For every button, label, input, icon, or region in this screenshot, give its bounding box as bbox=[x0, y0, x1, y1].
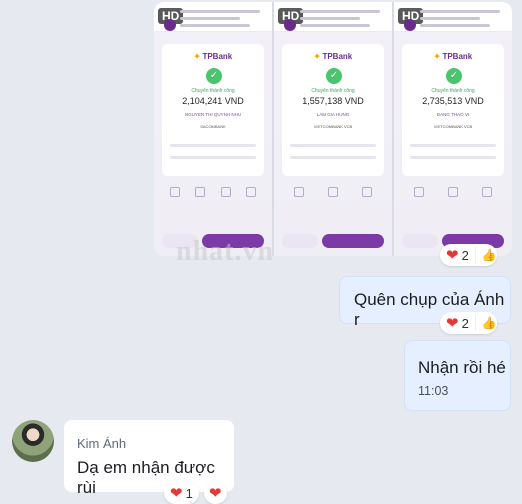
recipient-bank: SACOMBANK bbox=[200, 124, 226, 129]
recipient-bank: VIETCOMBANK VCB bbox=[313, 124, 353, 129]
notification-text bbox=[180, 10, 260, 31]
recipient-bank: VIETCOMBANK VCB bbox=[433, 124, 473, 129]
reaction-count: 2 bbox=[461, 315, 469, 331]
success-check-icon: ✓ bbox=[326, 68, 342, 84]
message-time: 11:03 bbox=[418, 384, 449, 398]
recipient-name: DANG THAO VI bbox=[436, 112, 470, 117]
amount: 2,104,241 VND bbox=[182, 96, 244, 106]
receipt-card: ✦ TPBank ✓ Chuyển thành công 1,557,138 VN… bbox=[282, 44, 384, 176]
status-text: Chuyển thành công bbox=[431, 88, 475, 94]
status-text: Chuyển thành công bbox=[311, 88, 355, 94]
message-bubble[interactable]: Kim Ánh Dạ em nhận được rùi bbox=[64, 420, 234, 497]
transfer-screenshot[interactable]: HD ✦ TPBank ✓ Chuyển thành công 1,557,138… bbox=[274, 2, 392, 256]
like-icon[interactable]: 👍 bbox=[474, 315, 497, 331]
notification-text bbox=[420, 10, 500, 31]
heart-icon: ❤ bbox=[446, 315, 459, 332]
avatar[interactable] bbox=[12, 420, 54, 462]
receipt-actions bbox=[162, 184, 264, 208]
amount: 2,735,513 VND bbox=[422, 96, 484, 106]
detail-line bbox=[170, 144, 256, 147]
heart-icon: ❤ bbox=[446, 247, 459, 264]
receipt-card: ✦ TPBank ✓ Chuyển thành công 2,104,241 VN… bbox=[162, 44, 264, 176]
sender-name: Kim Ánh bbox=[77, 436, 127, 451]
success-check-icon: ✓ bbox=[206, 68, 222, 84]
receipt-actions bbox=[402, 184, 504, 208]
reaction-count: 2 bbox=[461, 247, 469, 263]
message-bubble[interactable]: Nhận rồi hé 11:03 bbox=[404, 340, 511, 411]
bank-app-icon bbox=[164, 19, 176, 31]
recipient-name: NGUYEN THI QUYNH NHU bbox=[184, 112, 242, 117]
bank-logo: ✦ TPBank bbox=[313, 52, 353, 61]
heart-icon: ❤ bbox=[209, 485, 222, 502]
notification-text bbox=[300, 10, 380, 31]
detail-line bbox=[290, 156, 376, 159]
status-text: Chuyển thành công bbox=[191, 88, 235, 94]
transfer-screenshot[interactable]: HD ✦ TPBank ✓ Chuyển thành công 2,735,513… bbox=[394, 2, 512, 256]
bank-app-icon bbox=[284, 19, 296, 31]
reaction-count: 1 bbox=[185, 485, 193, 501]
detail-line bbox=[170, 156, 256, 159]
bank-logo: ✦ TPBank bbox=[433, 52, 473, 61]
watermark: nhat.vn bbox=[176, 236, 275, 267]
recipient-name: LAM GIA HUNG bbox=[316, 112, 350, 117]
notification-bar: HD bbox=[394, 2, 512, 32]
amount: 1,557,138 VND bbox=[302, 96, 364, 106]
receipt-actions bbox=[282, 184, 384, 208]
notification-bar: HD bbox=[274, 2, 392, 32]
reaction-badge[interactable]: ❤ 2 👍 bbox=[440, 244, 497, 266]
detail-line bbox=[410, 144, 496, 147]
notification-bar: HD bbox=[154, 2, 272, 32]
heart-icon: ❤ bbox=[170, 485, 183, 502]
receipt-card: ✦ TPBank ✓ Chuyển thành công 2,735,513 VN… bbox=[402, 44, 504, 176]
success-check-icon: ✓ bbox=[446, 68, 462, 84]
message-text: Nhận rồi hé bbox=[418, 358, 506, 377]
bank-logo: ✦ TPBank bbox=[193, 52, 233, 61]
reaction-badge[interactable]: ❤ 1 bbox=[164, 482, 199, 504]
bottom-buttons bbox=[282, 234, 384, 248]
reaction-badge[interactable]: ❤ 2 👍 bbox=[440, 312, 497, 334]
transfer-screenshot[interactable]: HD ✦ TPBank ✓ Chuyển thành công 2,104,241… bbox=[154, 2, 272, 256]
react-button[interactable]: ❤ bbox=[204, 482, 227, 504]
detail-line bbox=[290, 144, 376, 147]
bank-app-icon bbox=[404, 19, 416, 31]
like-icon[interactable]: 👍 bbox=[474, 247, 497, 263]
detail-line bbox=[410, 156, 496, 159]
image-group[interactable]: HD ✦ TPBank ✓ Chuyển thành công 2,104,241… bbox=[154, 2, 512, 256]
